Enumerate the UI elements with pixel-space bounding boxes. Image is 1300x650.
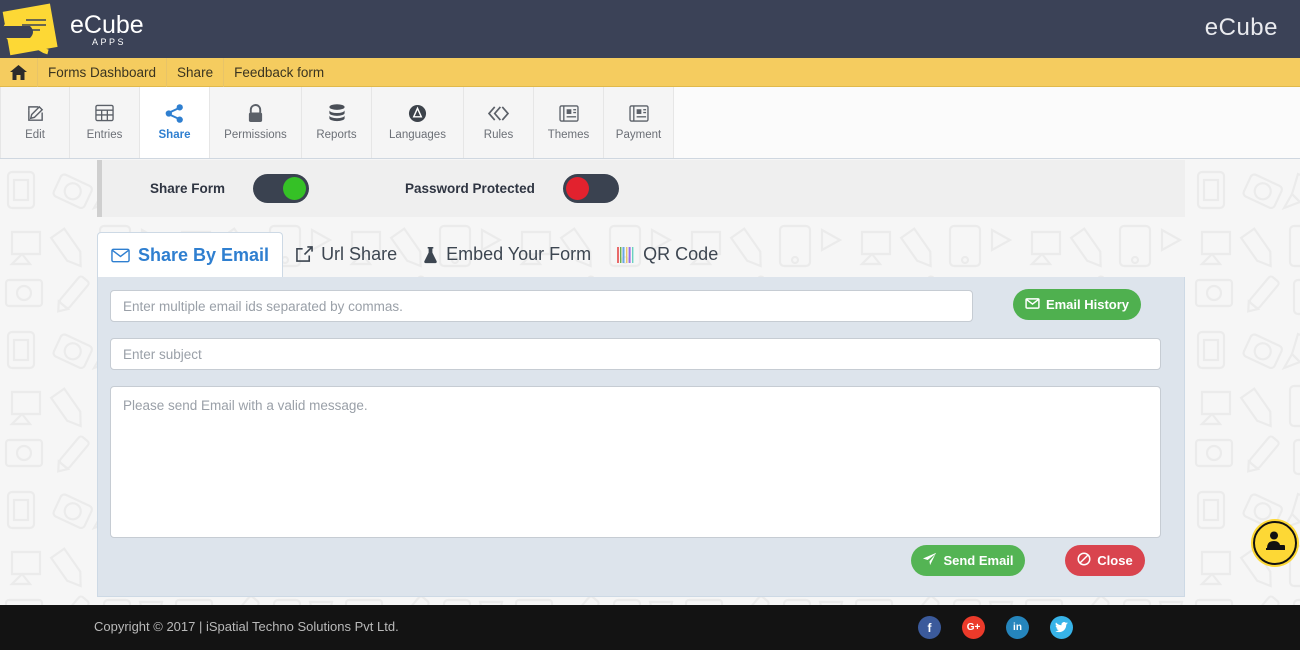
- password-protected-toggle[interactable]: [563, 174, 619, 203]
- barcode-icon: [617, 247, 635, 263]
- envelope-icon: [1025, 297, 1040, 312]
- button-label: Send Email: [943, 553, 1013, 568]
- module-tab-themes[interactable]: Themes: [534, 87, 604, 158]
- tab-label: QR Code: [643, 244, 718, 265]
- email-recipients-input[interactable]: [110, 290, 973, 322]
- module-tab-label: Entries: [87, 130, 123, 142]
- share-by-email-panel: Email History Send Email Close: [97, 277, 1185, 597]
- module-tab-label: Payment: [616, 130, 661, 142]
- table-grid-icon: [95, 103, 114, 123]
- paper-plane-icon: [922, 552, 937, 569]
- module-tab-edit[interactable]: Edit: [0, 87, 70, 158]
- tab-label: Url Share: [321, 244, 397, 265]
- social-glyph: in: [1013, 622, 1022, 633]
- message-textarea[interactable]: [110, 386, 1161, 538]
- module-tab-label: Reports: [316, 130, 356, 142]
- tab-label: Share By Email: [138, 245, 269, 266]
- password-protected-label: Password Protected: [405, 181, 535, 196]
- header-title: eCube: [1205, 14, 1278, 42]
- module-tab-rules[interactable]: Rules: [464, 87, 534, 158]
- external-link-icon: [296, 246, 313, 263]
- breadcrumb-item-feedback-form[interactable]: Feedback form: [224, 58, 334, 87]
- breadcrumb-item-share[interactable]: Share: [167, 58, 224, 87]
- module-tab-reports[interactable]: Reports: [302, 87, 372, 158]
- tab-share-by-email[interactable]: Share By Email: [97, 232, 283, 277]
- lock-icon: [247, 103, 264, 123]
- module-tab-share[interactable]: Share: [140, 87, 210, 158]
- brand-subtitle: APPS: [92, 37, 126, 47]
- module-tab-languages[interactable]: Languages: [372, 87, 464, 158]
- ban-icon: [1077, 552, 1091, 569]
- google-plus-icon[interactable]: G+: [962, 616, 985, 639]
- top-header-bar: eCube APPS eCube: [0, 0, 1300, 58]
- module-tab-label: Share: [159, 130, 191, 142]
- id-card-icon: [559, 103, 579, 123]
- module-tab-label: Rules: [484, 130, 513, 142]
- button-label: Close: [1097, 553, 1132, 568]
- home-icon[interactable]: [0, 58, 38, 87]
- tab-embed-your-form[interactable]: Embed Your Form: [410, 232, 604, 277]
- support-agent-button[interactable]: [1253, 521, 1297, 565]
- subject-input[interactable]: [110, 338, 1161, 370]
- module-tab-label: Edit: [25, 130, 45, 142]
- send-email-button[interactable]: Send Email: [911, 545, 1025, 576]
- support-agent-icon: [1260, 526, 1290, 561]
- toggle-knob: [283, 177, 306, 200]
- module-tab-payment[interactable]: Payment: [604, 87, 674, 158]
- breadcrumb-item-forms-dashboard[interactable]: Forms Dashboard: [38, 58, 167, 87]
- linkedin-icon[interactable]: in: [1006, 616, 1029, 639]
- tab-qr-code[interactable]: QR Code: [604, 232, 731, 277]
- toggle-knob: [566, 177, 589, 200]
- twitter-icon[interactable]: [1050, 616, 1073, 639]
- module-tab-permissions[interactable]: Permissions: [210, 87, 302, 158]
- breadcrumb: Forms Dashboard Share Feedback form: [0, 58, 1300, 87]
- copyright-text: Copyright © 2017 | iSpatial Techno Solut…: [94, 619, 399, 634]
- facebook-icon[interactable]: f: [918, 616, 941, 639]
- code-chevrons-icon: [488, 103, 509, 123]
- database-icon: [328, 103, 346, 123]
- brand-name: eCube: [70, 11, 144, 39]
- module-tab-label: Permissions: [224, 130, 287, 142]
- module-tab-label: Themes: [548, 130, 590, 142]
- envelope-icon: [111, 248, 130, 263]
- flask-icon: [423, 246, 438, 264]
- close-button[interactable]: Close: [1065, 545, 1145, 576]
- share-form-label: Share Form: [150, 181, 225, 196]
- email-history-button[interactable]: Email History: [1013, 289, 1141, 320]
- share-form-toggle[interactable]: [253, 174, 309, 203]
- pencil-square-icon: [26, 103, 45, 123]
- share-tab-bar: Share By Email Url Share Embed Your Form: [97, 232, 1185, 277]
- tab-url-share[interactable]: Url Share: [283, 232, 410, 277]
- social-glyph: f: [928, 621, 932, 635]
- footer: Copyright © 2017 | iSpatial Techno Solut…: [0, 605, 1300, 650]
- module-tab-bar: Edit Entries Share: [0, 87, 1300, 159]
- share-settings-panel: Share Form Password Protected: [97, 160, 1185, 217]
- module-tab-entries[interactable]: Entries: [70, 87, 140, 158]
- id-card-icon: [629, 103, 649, 123]
- module-tab-label: Languages: [389, 130, 446, 142]
- button-label: Email History: [1046, 297, 1129, 312]
- share-nodes-icon: [165, 103, 184, 123]
- tab-label: Embed Your Form: [446, 244, 591, 265]
- language-globe-icon: [408, 103, 427, 123]
- ecube-logo[interactable]: eCube APPS: [0, 0, 210, 58]
- social-glyph: G+: [967, 622, 981, 633]
- social-links: f G+ in: [918, 616, 1073, 639]
